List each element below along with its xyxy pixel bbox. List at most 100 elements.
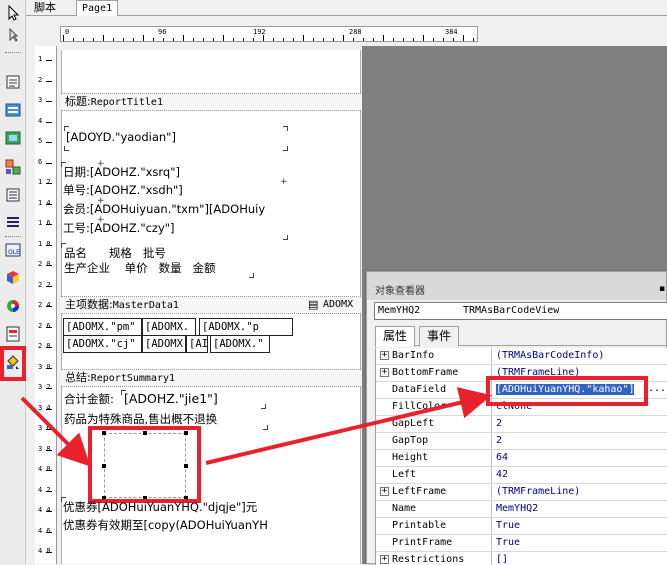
memo-total-value[interactable]: [ADOHZ."jie1"]	[124, 390, 264, 408]
tab-properties[interactable]: 属性	[375, 326, 416, 347]
line-tool-button[interactable]	[3, 185, 23, 205]
tab-page1[interactable]: Page1	[76, 0, 119, 16]
ruler-tick	[363, 38, 364, 41]
ruler-tick	[423, 35, 424, 41]
property-row[interactable]: Printable True	[376, 518, 667, 535]
chart-tool-button[interactable]	[3, 267, 23, 287]
cell-pm[interactable]: [ADOMX."pm"	[63, 318, 142, 336]
property-value[interactable]: (TRMFrameLine)	[494, 484, 667, 500]
color-wheel-icon	[7, 300, 19, 312]
ruler-tick	[263, 35, 264, 41]
property-value[interactable]: MemYHQ2	[494, 501, 667, 517]
richtext-tool-button[interactable]	[3, 324, 23, 344]
property-value[interactable]: 2	[494, 433, 667, 449]
expand-icon[interactable]: +	[380, 487, 389, 496]
cell-gg[interactable]: [ADOMX.	[142, 318, 196, 336]
property-row[interactable]: Height 64	[376, 450, 667, 467]
band-prefix: 总结:	[65, 371, 91, 384]
property-row[interactable]: GapTop 2	[376, 433, 667, 450]
property-value[interactable]: 42	[494, 467, 667, 483]
dataset-icon: ▤	[308, 298, 319, 311]
property-row[interactable]: Name MemYHQ2	[376, 501, 667, 518]
ruler-tick	[463, 35, 464, 41]
expand-icon[interactable]: +	[380, 555, 389, 564]
object-selector[interactable]: MemYHQ2 TRMAsBarCodeView	[374, 302, 667, 320]
hand-tool-button[interactable]	[3, 25, 23, 45]
property-name: FillColor	[390, 399, 492, 415]
property-name: BottomFrame	[390, 365, 492, 381]
cell-ph[interactable]: [ADOMX."p	[199, 318, 293, 336]
picture-tool-button[interactable]	[3, 128, 23, 148]
memo-coupon-expiry[interactable]: 优惠券有效期至[copy(ADOHuiYuanYH	[63, 516, 286, 534]
list-icon	[7, 217, 19, 227]
ruler-tick	[46, 80, 52, 82]
memo-total-label[interactable]: 合计金额:	[64, 390, 124, 408]
ruler-label: 288	[349, 28, 362, 36]
ruler-label: 384	[445, 28, 458, 36]
tab-script[interactable]: 脚本	[29, 0, 61, 16]
ruler-tick	[303, 35, 304, 41]
arrow-cursor-icon	[8, 4, 20, 21]
inspector-title[interactable]: 对象查看器	[367, 272, 666, 300]
list-tool-button[interactable]	[3, 212, 23, 232]
property-row[interactable]: GapLeft 2	[376, 416, 667, 433]
cell-je[interactable]: [ADOMX."	[210, 335, 270, 353]
property-value[interactable]: 64	[494, 450, 667, 466]
band-report-summary[interactable]: 总结:ReportSummary1	[61, 369, 361, 387]
cube-icon	[7, 271, 19, 284]
property-name: Height	[390, 450, 492, 466]
ruler-tick	[253, 38, 254, 41]
ruler-label: 5	[38, 137, 43, 145]
memo-tool-button[interactable]	[3, 72, 23, 92]
expand-icon[interactable]: +	[380, 351, 389, 360]
memo-icon	[6, 75, 20, 89]
shape-tool-button[interactable]	[3, 296, 23, 316]
memo-coupon-amount[interactable]: 优惠券[ADOHuiYuanYHQ."djqje"]元	[63, 498, 288, 516]
ruler-tick	[273, 38, 274, 41]
ole-tool-button[interactable]: OLE	[3, 240, 23, 260]
annotation-box-datafield	[486, 376, 648, 406]
close-icon[interactable]: ▪	[659, 284, 667, 294]
property-value[interactable]: True	[494, 518, 667, 534]
ruler-tick	[46, 470, 52, 471]
ruler-label: 0	[65, 28, 70, 36]
band-tool-button[interactable]	[3, 100, 23, 120]
ruler-label: 1	[38, 55, 43, 63]
property-name: PrintFrame	[390, 535, 492, 551]
select-pointer-button[interactable]	[3, 3, 23, 23]
property-row[interactable]: PrintFrame True	[376, 535, 667, 552]
property-row[interactable]: + Restrictions []	[376, 552, 667, 565]
band-prefix: 主项数据:	[65, 298, 113, 311]
ruler-label: 2	[38, 75, 43, 84]
annotation-box-barcode	[88, 426, 201, 503]
tab-events[interactable]: 事件	[419, 326, 460, 346]
property-row[interactable]: Left 42	[376, 467, 667, 484]
cell-dj[interactable]: [ADOMX	[142, 335, 186, 353]
property-value[interactable]: []	[494, 552, 667, 565]
property-row[interactable]: + LeftFrame (TRMFrameLine)	[376, 484, 667, 501]
cell-cj[interactable]: [ADOMX."cj"	[63, 335, 142, 353]
expand-icon[interactable]: +	[380, 368, 389, 377]
ruler-tick	[343, 35, 344, 41]
property-value[interactable]: True	[494, 535, 667, 551]
header-row-2[interactable]: 生产企业 单价 数量 金额	[64, 259, 254, 277]
band-master-data[interactable]: 主项数据:MasterData1 ▤ ADOMX	[61, 296, 361, 314]
ruler-tick	[46, 285, 52, 287]
cell-sl[interactable]: [AI	[186, 335, 208, 353]
horizontal-ruler: 0 96 192 288 384	[60, 26, 478, 42]
property-value[interactable]: 2	[494, 416, 667, 432]
property-value-text: 2	[496, 418, 503, 429]
ruler-tick	[153, 38, 154, 41]
subreport-tool-button[interactable]	[3, 157, 23, 177]
ruler-label: 3	[38, 96, 43, 104]
ruler-tick	[46, 490, 52, 492]
memo-shop-name[interactable]: [ADOYD."yaodian"]	[66, 128, 286, 146]
band-report-title[interactable]: 标题:ReportTitle1	[61, 93, 361, 111]
ruler-tick	[93, 38, 94, 41]
property-value[interactable]: (TRMAsBarCodeInfo)	[494, 348, 667, 364]
svg-text:OLE: OLE	[8, 249, 20, 256]
band-dataset: ADOMX	[323, 299, 354, 310]
ruler-tick	[213, 38, 214, 41]
ruler-tick	[73, 38, 74, 41]
property-row[interactable]: + BarInfo (TRMAsBarCodeInfo)	[376, 348, 667, 365]
